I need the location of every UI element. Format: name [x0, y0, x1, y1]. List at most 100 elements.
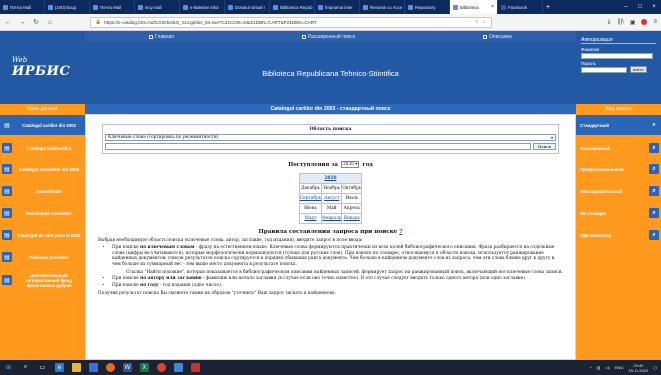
- year-select[interactable]: 2020 ▾: [341, 161, 360, 168]
- login-input[interactable]: [581, 53, 653, 59]
- tab-label: Dosarul virtual r: [235, 4, 266, 10]
- browser-tab[interactable]: e-Buletine infor: [180, 0, 225, 14]
- tab-label: Facebook: [508, 4, 527, 10]
- reader-icon[interactable]: ▣: [630, 19, 636, 26]
- search-type-extended[interactable]: Расширенный ⌕: [576, 138, 661, 158]
- start-icon[interactable]: ⊞: [4, 363, 13, 372]
- auth-header: Авторизация: [581, 37, 656, 44]
- search-button[interactable]: Поиск: [532, 143, 556, 150]
- rules-help-link[interactable]: ?: [399, 229, 402, 235]
- browser-tab[interactable]: Repository: [405, 0, 450, 14]
- nav-item-publications[interactable]: ▤ Catalogul publicatiilor: [0, 138, 85, 158]
- nav-item-articles[interactable]: ▤ Catalogul articolelor din 2003: [0, 159, 85, 179]
- excel-icon[interactable]: X: [140, 363, 149, 372]
- nav-item-abstracts[interactable]: ▤ Autoreferate: [0, 181, 85, 201]
- browser-tab[interactable]: Facebook: [498, 0, 543, 14]
- menu-advanced-link[interactable]: Расширенный поиск: [301, 33, 356, 40]
- rule-keywords: При поиске по ключевым словам - фразу на…: [112, 245, 563, 275]
- forward-arrow-icon[interactable]: →: [18, 19, 26, 26]
- search-type-udc[interactable]: УДК-навигатор ⌕: [576, 225, 661, 245]
- menu-advanced-label: Расширенный поиск: [307, 33, 356, 40]
- chrome-icon[interactable]: [157, 363, 166, 372]
- menu-icon[interactable]: ≡: [653, 19, 657, 25]
- browser-tab[interactable]: (100) Вход: [45, 0, 90, 14]
- rule-prefix: При поиске: [112, 245, 141, 251]
- word-icon[interactable]: W: [123, 363, 132, 372]
- browser-tab-active[interactable]: Biblioteca ×: [450, 0, 498, 14]
- site-logo[interactable]: Web ИРБИС: [0, 31, 85, 104]
- browser-tab[interactable]: Împrumut inter: [315, 0, 360, 14]
- pdf-icon[interactable]: [191, 363, 200, 372]
- search-type-professional[interactable]: Профессиональный ⌕: [576, 159, 661, 179]
- browser-tab[interactable]: Почта Mail: [0, 0, 45, 14]
- browser-tab[interactable]: Почта Mail: [90, 0, 135, 14]
- book-icon: ▤: [2, 164, 12, 174]
- home-icon[interactable]: ⌂: [46, 19, 54, 26]
- search-type-standard[interactable]: Стандартный ⌕: [576, 115, 661, 135]
- downloads-icon[interactable]: ⇓: [606, 19, 611, 26]
- close-icon[interactable]: ×: [647, 4, 661, 10]
- maximize-icon[interactable]: □: [633, 4, 647, 10]
- page-actions-icon[interactable]: ··· ✩ ☆: [465, 19, 487, 25]
- addon-icon[interactable]: [641, 19, 648, 25]
- home-square-icon: [148, 34, 153, 39]
- year-select-value: 2020: [343, 162, 354, 167]
- search-field-select[interactable]: Ключевые слова (сортировка по релевантно…: [105, 134, 556, 141]
- months-calendar: 2020 Декабрь Ноябрь Октябрь Сентябрь Авг…: [298, 173, 363, 224]
- new-tab-button[interactable]: +: [543, 0, 553, 14]
- volume-icon[interactable]: ◁): [605, 365, 609, 370]
- address-bar[interactable]: 🔒 https://e-catalog.brts.md/CGI/irbis64r…: [90, 16, 492, 28]
- month-link[interactable]: Сентябрь: [298, 193, 323, 204]
- search-input[interactable]: [105, 143, 531, 150]
- month-link[interactable]: Август: [321, 193, 343, 204]
- tab-favicon-icon: [501, 4, 506, 10]
- month-link[interactable]: Март: [298, 213, 323, 224]
- network-icon[interactable]: ▥: [597, 365, 601, 370]
- menu-help-link[interactable]: Описание: [483, 34, 512, 40]
- calendar-year[interactable]: 2020: [298, 173, 363, 184]
- login-button[interactable]: войти: [630, 66, 647, 73]
- rule-bold: по ключевым словам: [140, 245, 195, 251]
- tray-up-arrow-icon[interactable]: ^: [590, 365, 592, 370]
- nav-item-normative[interactable]: ▤ Documente normative: [0, 203, 85, 223]
- nav-item-books-before-2003[interactable]: ▤ Catalogul de carti pana la 2003: [0, 225, 85, 245]
- notifications-icon[interactable]: ▢: [653, 365, 657, 370]
- photos-icon[interactable]: [174, 363, 183, 372]
- browser-tab[interactable]: Resurse cu Acce: [360, 0, 405, 14]
- close-tab-icon[interactable]: ×: [491, 4, 494, 10]
- search-icon[interactable]: ⌕: [21, 363, 30, 372]
- browser-tab[interactable]: Dosarul virtual r: [225, 0, 270, 14]
- reload-icon[interactable]: ↻: [32, 18, 40, 26]
- logo-line2: ИРБИС: [12, 64, 71, 79]
- explorer-icon[interactable]: [72, 363, 81, 372]
- rules-heading: Правила составления запроса при поиске ?: [98, 229, 563, 235]
- edge-icon[interactable]: e: [55, 363, 64, 372]
- tab-label: (100) Вход: [55, 4, 76, 10]
- nav-item-books-2003[interactable]: ▤ Catalogul cartilor din 2003: [0, 115, 85, 135]
- month-link[interactable]: Январь: [341, 213, 363, 224]
- lock-icon: 🔒: [95, 19, 102, 25]
- nav-item-interactive-fund[interactable]: ▤ дополнительный интерактивный фонд прочи…: [0, 267, 85, 293]
- minimize-icon[interactable]: –: [619, 4, 633, 10]
- store-icon[interactable]: [89, 363, 98, 372]
- search-type-dictionary[interactable]: По словарю ⌕: [576, 203, 661, 223]
- month-link[interactable]: Февраль: [321, 213, 343, 224]
- library-icon[interactable]: |||\: [617, 19, 623, 25]
- menu-home-link[interactable]: Главная: [148, 34, 174, 40]
- browser-tab[interactable]: incy.mail: [135, 0, 180, 14]
- back-arrow-icon[interactable]: ←: [4, 19, 12, 26]
- search-type-label: Профессиональный: [580, 166, 624, 172]
- password-input[interactable]: [581, 67, 627, 73]
- nav-item-periodicals[interactable]: ▤ Publicatii periodice: [0, 247, 85, 267]
- auth-panel: Авторизация Фамилия Пароль войти: [576, 31, 661, 104]
- search-type-label: Расширенный: [580, 145, 611, 151]
- task-view-icon[interactable]: ▭: [38, 363, 47, 372]
- clock[interactable]: 23:40 20.11.2020: [628, 363, 648, 373]
- browser-tab[interactable]: Biblioteca Repub: [270, 0, 315, 14]
- book-icon: ▤: [2, 230, 12, 240]
- magnifier-icon: ⌕: [649, 143, 659, 153]
- search-type-sequential[interactable]: Последовательный ⌕: [576, 181, 661, 201]
- tray-language[interactable]: ENG: [615, 365, 624, 370]
- book-icon: ▤: [2, 275, 12, 285]
- firefox-icon[interactable]: [106, 363, 115, 372]
